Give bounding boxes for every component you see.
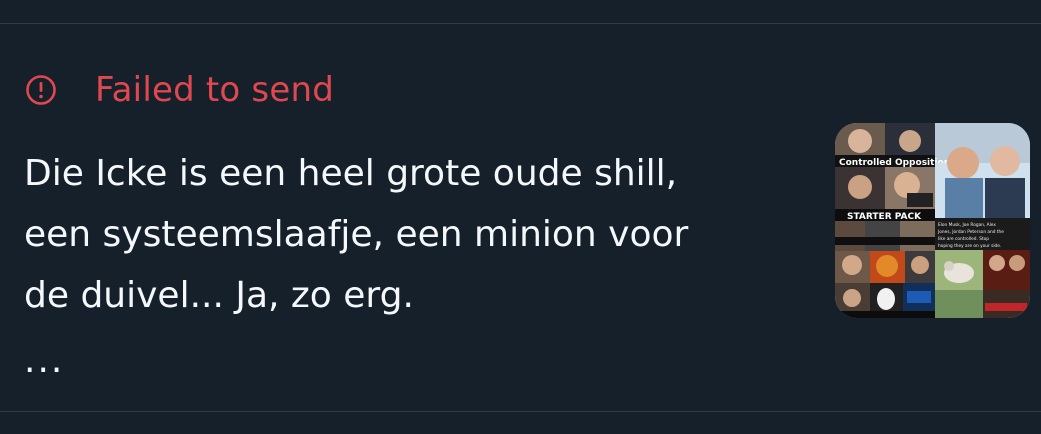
- tweet-more-ellipsis[interactable]: ...: [24, 340, 64, 381]
- attached-image-thumbnail[interactable]: Controlled Opposition STARTER PACK Elon …: [835, 123, 1030, 318]
- svg-text:hoping they are on your side.: hoping they are on your side.: [938, 243, 1001, 249]
- send-status: Failed to send: [24, 70, 334, 110]
- alert-circle-icon: [24, 73, 58, 107]
- collage-image: Controlled Opposition STARTER PACK Elon …: [835, 123, 1030, 318]
- tweet-text: Die Icke is een heel grote oude shill, e…: [24, 153, 689, 316]
- svg-text:Elon Musk, Joe Rogan, Alex: Elon Musk, Joe Rogan, Alex: [938, 222, 996, 228]
- collage-title: Controlled Opposition: [839, 158, 950, 168]
- bottom-divider: [0, 411, 1041, 412]
- failed-to-send-label: Failed to send: [95, 70, 334, 110]
- svg-text:Jones, Jordan Peterson and the: Jones, Jordan Peterson and the: [937, 229, 1004, 235]
- svg-text:like are controlled. Stop: like are controlled. Stop: [938, 236, 989, 242]
- collage-banner: STARTER PACK: [847, 212, 922, 222]
